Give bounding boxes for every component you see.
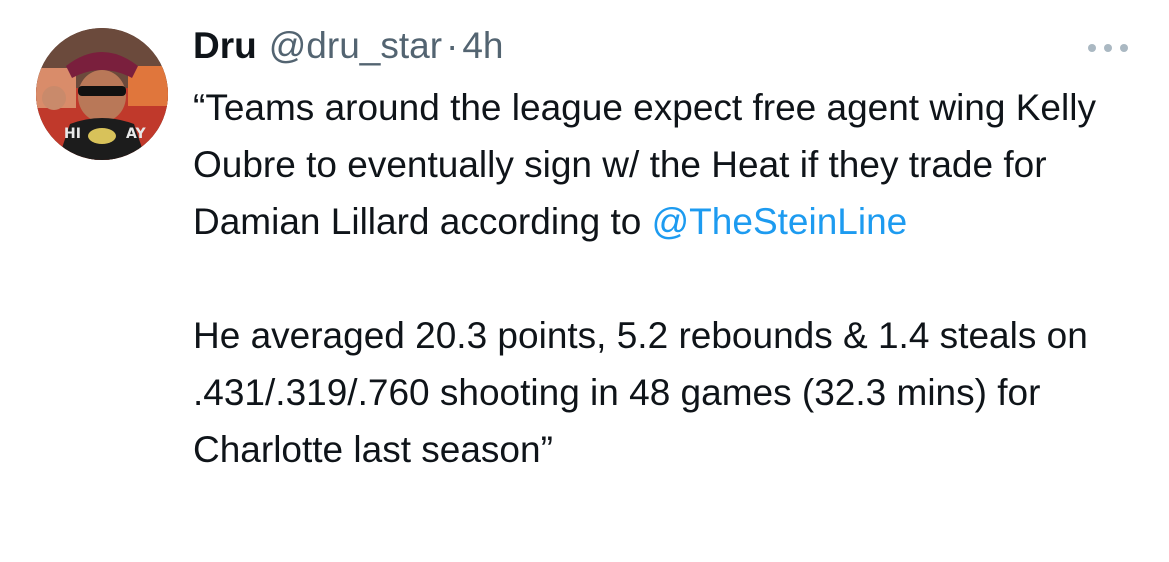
- tweet-card[interactable]: HI AY Dru @dru_star · 4h “Teams around t…: [0, 0, 1169, 562]
- ellipsis-icon: [1088, 44, 1128, 52]
- separator-dot: ·: [446, 25, 459, 66]
- more-options-button[interactable]: [1080, 28, 1136, 68]
- tweet-paragraph-text: He averaged 20.3 points, 5.2 rebounds & …: [193, 315, 1088, 470]
- svg-text:AY: AY: [126, 126, 146, 142]
- tweet-text: “Teams around the league expect free age…: [193, 79, 1143, 478]
- author-handle[interactable]: @dru_star: [269, 18, 442, 74]
- author-display-name[interactable]: Dru: [193, 18, 257, 74]
- avatar-image: HI AY: [36, 28, 168, 160]
- tweet-timestamp[interactable]: 4h: [462, 18, 503, 74]
- tweet-paragraph: He averaged 20.3 points, 5.2 rebounds & …: [193, 307, 1143, 478]
- avatar[interactable]: HI AY: [36, 28, 168, 160]
- svg-text:HI: HI: [64, 126, 81, 142]
- tweet-paragraph-text: “Teams around the league expect free age…: [193, 87, 1096, 242]
- tweet-header: Dru @dru_star · 4h: [193, 18, 504, 74]
- tweet-paragraph: “Teams around the league expect free age…: [193, 79, 1143, 250]
- mention-link[interactable]: @TheSteinLine: [652, 201, 908, 242]
